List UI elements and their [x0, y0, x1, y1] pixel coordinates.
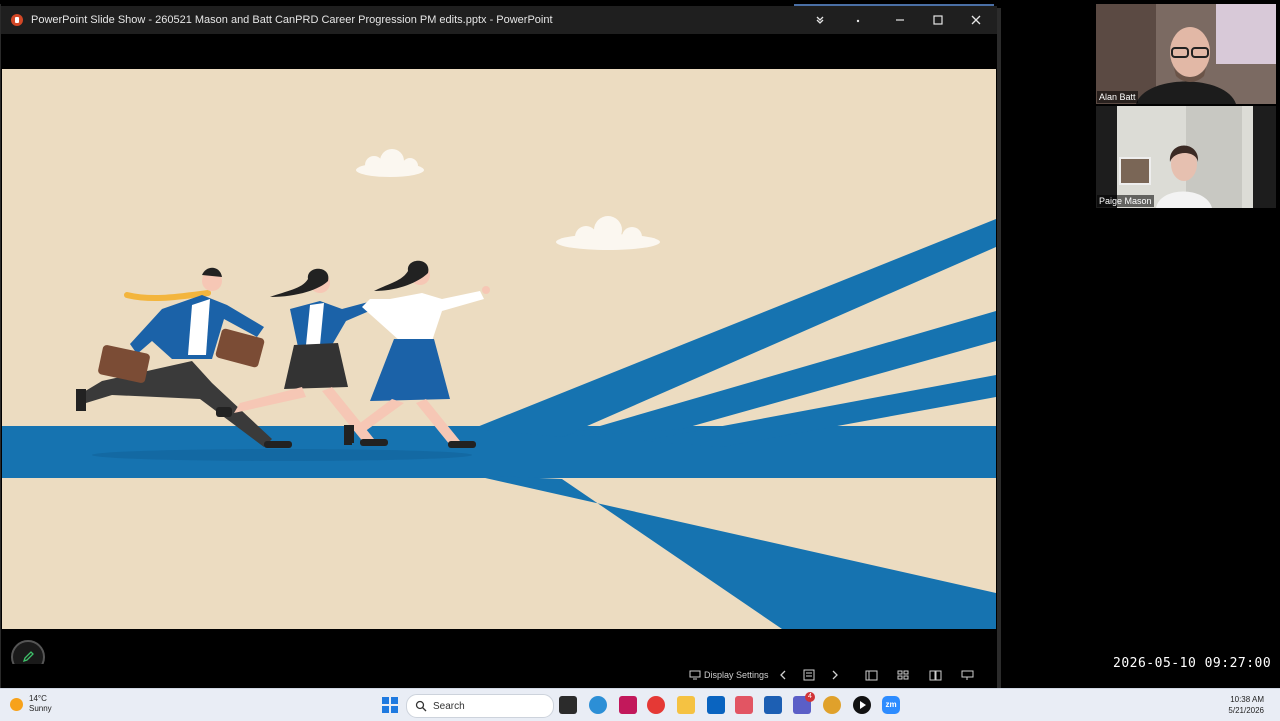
running-woman-blue-skirt — [344, 260, 490, 448]
weather-widget[interactable]: 14°C Sunny — [10, 694, 52, 714]
zoom-app-icon[interactable]: zm — [882, 696, 900, 714]
dot-icon — [839, 6, 877, 34]
display-settings-button[interactable]: Display Settings — [689, 668, 769, 682]
participant-video — [1096, 106, 1276, 208]
powerpoint-window: PowerPoint Slide Show - 260521 Mason and… — [0, 4, 1001, 688]
recording-timestamp: 2026-05-10 09:27:00 — [1113, 656, 1272, 671]
close-icon[interactable] — [957, 6, 995, 34]
display-settings-label: Display Settings — [704, 670, 769, 680]
slides-icon — [803, 669, 815, 681]
weather-temperature: 14°C — [29, 694, 47, 703]
window-scrollbar[interactable] — [997, 8, 1001, 688]
search-placeholder: Search — [433, 700, 465, 712]
windows-taskbar: 14°C Sunny Search 4 zm 10:38 AM 5/21/202… — [0, 688, 1280, 721]
participant-video — [1096, 4, 1276, 104]
chevron-right-icon — [832, 670, 838, 680]
media-player-icon[interactable] — [853, 696, 871, 714]
normal-view-button[interactable] — [865, 668, 878, 682]
presenter-view-button[interactable] — [961, 668, 974, 682]
clock-date: 5/21/2026 — [1228, 706, 1264, 715]
reading-view-button[interactable] — [929, 668, 942, 682]
cloud-large — [556, 216, 660, 250]
teams-notification-badge: 4 — [805, 692, 815, 702]
slide-list-button[interactable] — [803, 668, 815, 682]
running-man — [76, 267, 292, 448]
previous-slide-button[interactable] — [779, 668, 787, 682]
chrome-icon[interactable] — [647, 696, 665, 714]
participant-name: Paige Mason — [1097, 195, 1154, 207]
participant-name: Alan Batt — [1097, 91, 1138, 103]
chrome-profile-icon[interactable] — [823, 696, 841, 714]
search-icon — [415, 700, 427, 712]
slide-canvas — [2, 69, 996, 629]
minimize-icon[interactable] — [881, 6, 919, 34]
teams-icon[interactable]: 4 — [793, 692, 815, 714]
slideshow-toolbar: Display Settings — [1, 664, 997, 686]
video-tile-alan-batt[interactable]: Alan Batt — [1096, 4, 1276, 104]
video-tile-paige-mason[interactable]: Paige Mason — [1096, 106, 1276, 208]
snipping-tool-icon[interactable] — [619, 696, 637, 714]
weather-description: Sunny — [29, 704, 52, 713]
cloud-small — [356, 149, 424, 177]
slideshow-menu-icon[interactable] — [801, 6, 839, 34]
clock-time: 10:38 AM — [1230, 695, 1264, 704]
outlook-icon[interactable] — [707, 696, 725, 714]
task-view-icon[interactable] — [559, 696, 577, 714]
sun-icon — [10, 697, 23, 711]
window-title: PowerPoint Slide Show - 260521 Mason and… — [31, 14, 553, 26]
pen-icon — [22, 651, 34, 663]
diverging-roads — [2, 219, 996, 629]
heart-app-icon[interactable] — [735, 696, 753, 714]
visio-icon[interactable] — [764, 696, 782, 714]
next-slide-button[interactable] — [831, 668, 839, 682]
grid-icon — [897, 670, 909, 679]
normal-view-icon — [865, 670, 878, 680]
powerpoint-app-icon — [11, 14, 23, 26]
projector-icon — [961, 670, 974, 680]
edge-browser-icon[interactable] — [589, 696, 607, 714]
runners-shadow — [92, 449, 472, 461]
windows-start-icon[interactable] — [381, 696, 399, 714]
taskbar-search-input[interactable]: Search — [406, 694, 554, 718]
title-bar[interactable]: PowerPoint Slide Show - 260521 Mason and… — [1, 6, 997, 34]
reading-view-icon — [929, 670, 942, 680]
slide-sorter-button[interactable] — [897, 668, 910, 682]
maximize-icon[interactable] — [919, 6, 957, 34]
monitor-icon — [689, 670, 701, 680]
slide-illustration — [2, 149, 996, 629]
chevron-left-icon — [780, 670, 786, 680]
file-explorer-icon[interactable] — [677, 696, 695, 714]
system-clock[interactable]: 10:38 AM 5/21/2026 — [1228, 694, 1264, 716]
